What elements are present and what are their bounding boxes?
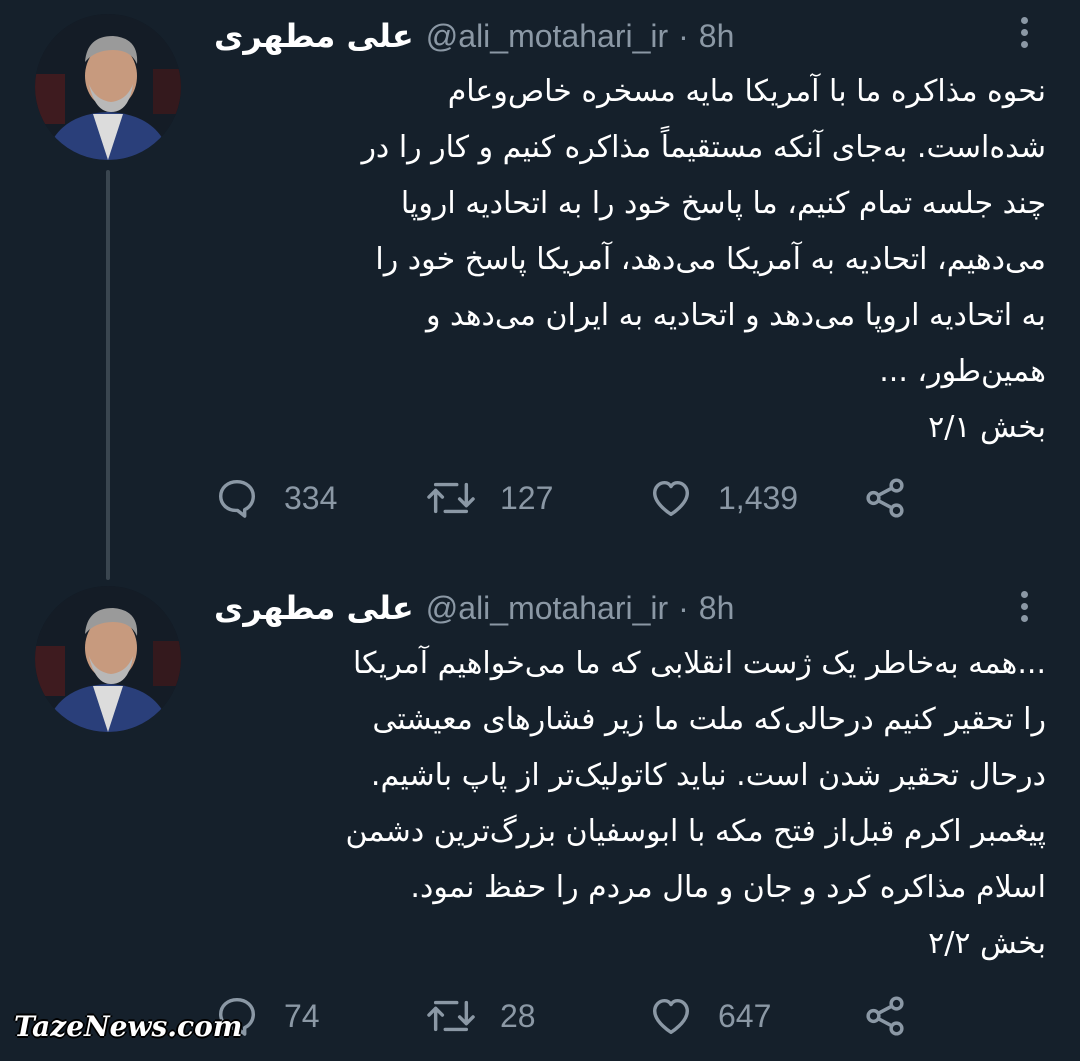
retweet-icon (427, 1000, 475, 1032)
tweet-text: ...همه به‌خاطر یک ژست انقلابی که ما می‌خ… (345, 646, 1047, 961)
more-vertical-icon[interactable] (1014, 588, 1034, 628)
reply-count: 334 (284, 479, 338, 516)
reply-count: 74 (284, 997, 320, 1034)
separator-dot: · (678, 17, 689, 54)
separator-dot: · (678, 589, 689, 626)
retweet-button[interactable]: 127 (426, 473, 553, 523)
tweet-actions: 334 127 1,439 (214, 473, 934, 523)
display-name[interactable]: علی مطهری (214, 589, 414, 627)
share-icon (866, 996, 904, 1036)
timestamp[interactable]: 8h (699, 18, 735, 55)
more-vertical-icon[interactable] (1014, 14, 1034, 54)
like-button[interactable]: 1,439 (648, 473, 798, 523)
retweet-count: 127 (500, 479, 554, 516)
watermark-text: TazeNews.com (14, 1010, 243, 1043)
display-name[interactable]: علی مطهری (214, 17, 414, 55)
avatar-photo (35, 14, 181, 160)
tweet-2[interactable]: علی مطهری @ali_motahari_ir · 8h ...همه ب… (0, 580, 1080, 1061)
retweet-button[interactable]: 28 (426, 991, 536, 1041)
avatar-photo (35, 586, 181, 732)
retweet-icon (427, 482, 475, 514)
user-handle[interactable]: @ali_motahari_ir (426, 18, 668, 55)
tweet-header: علی مطهری @ali_motahari_ir · 8h (214, 14, 734, 58)
like-count: 647 (718, 997, 772, 1034)
like-count: 1,439 (718, 479, 799, 516)
timeline: علی مطهری @ali_motahari_ir · 8h نحوه مذا… (0, 0, 1080, 1061)
share-button[interactable] (862, 473, 908, 523)
retweet-count: 28 (500, 997, 536, 1034)
reply-button[interactable]: 334 (214, 473, 337, 523)
tweet-actions: 74 28 647 (214, 991, 934, 1041)
tweet-1[interactable]: علی مطهری @ali_motahari_ir · 8h نحوه مذا… (0, 0, 1080, 560)
like-button[interactable]: 647 (648, 991, 771, 1041)
tweet-header: علی مطهری @ali_motahari_ir · 8h (214, 586, 734, 630)
user-handle[interactable]: @ali_motahari_ir (426, 590, 668, 627)
heart-icon (652, 480, 690, 517)
avatar[interactable] (35, 14, 181, 160)
heart-icon (652, 998, 690, 1035)
share-icon (866, 478, 904, 518)
avatar[interactable] (35, 586, 181, 732)
share-button[interactable] (862, 991, 908, 1041)
tweet-text: نحوه مذاکره ما با آمریکا مایه مسخره خاص‌… (361, 74, 1046, 445)
reply-icon (218, 479, 256, 518)
timestamp[interactable]: 8h (699, 590, 735, 627)
